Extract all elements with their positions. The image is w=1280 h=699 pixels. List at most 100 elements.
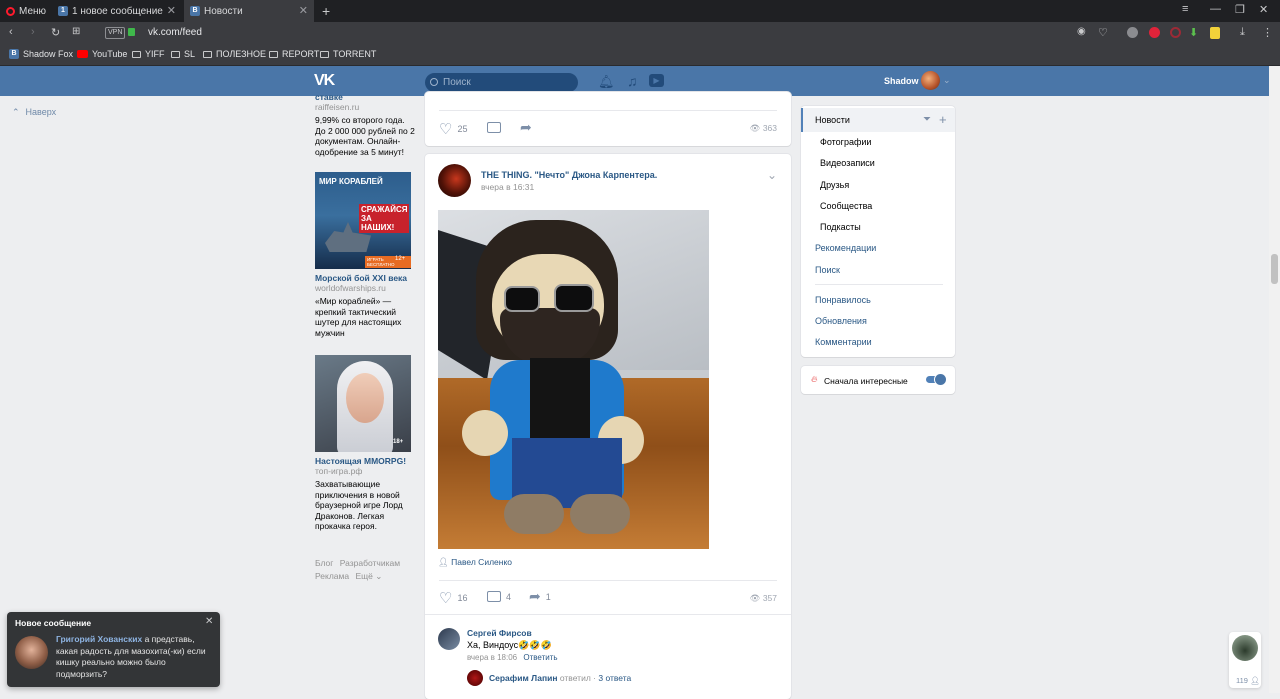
menu-item-recommendations[interactable]: Рекомендации (815, 243, 876, 253)
footer-link-blog[interactable]: Блог (315, 558, 333, 568)
friends-count: 119 👤︎ (1236, 676, 1260, 685)
close-tab-icon[interactable]: ✕ (167, 4, 176, 17)
forward-icon[interactable]: › (31, 26, 35, 38)
post-author[interactable]: THE THING. "Нечто" Джона Карпентера. (481, 170, 657, 180)
vpn-badge[interactable]: VPN (105, 27, 126, 39)
smart-feed-toggle[interactable] (926, 374, 946, 385)
close-notification-icon[interactable]: ✕ (205, 616, 213, 627)
scroll-top-button[interactable]: ⌃ Наверх (12, 107, 56, 118)
close-tab-icon[interactable]: ✕ (299, 4, 308, 17)
reload-icon[interactable]: ↻ (51, 26, 60, 39)
bookmark-yiff[interactable]: YIFF (132, 49, 165, 59)
bookmark-youtube[interactable]: YouTube (77, 49, 127, 59)
downloads-icon[interactable]: ⤓ (1240, 26, 1245, 39)
ad-warships-text[interactable]: Морской бой XXI века worldofwarships.ru … (315, 273, 415, 338)
adblock-icon[interactable] (1170, 27, 1181, 38)
eye-icon: 👁︎ (749, 593, 763, 603)
opera-extension-icon[interactable] (1149, 27, 1160, 38)
ad-warships-banner[interactable]: МИР КОРАБЛЕЙ СРАЖАЙСЯ ЗА НАШИХ! ИГРАТЬ Б… (315, 172, 411, 269)
community-avatar[interactable] (438, 164, 471, 197)
notes-extension-icon[interactable] (1210, 27, 1220, 39)
footer-links: Блог Разработчикам Реклама Ещё ⌄ (315, 558, 401, 581)
menu-item-comments[interactable]: Комментарии (815, 337, 872, 347)
vk-logo[interactable]: VK (314, 72, 335, 90)
menu-item-photos[interactable]: Фотографии (820, 137, 871, 147)
back-icon[interactable]: ‹ (9, 26, 13, 38)
filter-icon[interactable]: ⏷ (923, 114, 931, 125)
close-window-icon[interactable]: ✕ (1259, 3, 1268, 16)
reply-link[interactable]: Ответить (523, 653, 557, 662)
friend-avatar[interactable] (1232, 635, 1258, 661)
like-button[interactable]: ♡ 25 (439, 120, 467, 138)
bookmark-torrent[interactable]: TORRENT (320, 49, 376, 59)
search-input[interactable]: Поиск (425, 73, 578, 92)
news-filter-menu: Новости ⏷ + Фотографии Видеозаписи Друзь… (801, 106, 955, 357)
tab-menu-icon[interactable]: ≡ (1182, 3, 1188, 15)
post-photo[interactable] (438, 210, 709, 549)
menu-item-podcasts[interactable]: Подкасты (820, 222, 861, 232)
share-icon[interactable]: ➦ (520, 119, 532, 136)
music-icon[interactable]: ♫ (627, 73, 638, 89)
user-name[interactable]: Shadow (884, 76, 919, 86)
speed-dial-icon[interactable]: ⊞ (72, 26, 80, 37)
footer-link-developers[interactable]: Разработчикам (340, 558, 400, 568)
camera-icon[interactable]: ◉ (1077, 26, 1086, 37)
footer-link-ads[interactable]: Реклама (315, 571, 349, 581)
user-icon: 👤︎ (438, 557, 452, 567)
friends-online-widget[interactable]: 119 👤︎ (1229, 632, 1261, 688)
replier-avatar[interactable] (467, 670, 483, 686)
tab-messages[interactable]: 1 1 новое сообщение ✕ (52, 0, 182, 22)
smart-feed-label: Сначала интересные (824, 376, 908, 386)
extension-icon[interactable] (1127, 27, 1138, 38)
new-tab-button[interactable]: + (316, 0, 336, 22)
user-avatar[interactable] (921, 71, 940, 90)
share-button[interactable]: ➦ 1 (529, 588, 551, 605)
menu-dots-icon[interactable]: ⋮ (1262, 26, 1273, 39)
ad-raiffeisen[interactable]: ставке raiffeisen.ru 9,99% со второго го… (315, 92, 415, 157)
minimize-icon[interactable]: — (1210, 3, 1221, 15)
bookmark-sl[interactable]: SL (171, 49, 195, 59)
menu-item-videos[interactable]: Видеозаписи (820, 158, 875, 168)
bookmark-report[interactable]: REPORT (269, 49, 319, 59)
replies-count-link[interactable]: 3 ответа (598, 673, 631, 683)
notifications-bell-icon[interactable]: 🔔︎ (598, 74, 615, 90)
tab-news[interactable]: В Новости ✕ (184, 0, 314, 22)
bookmark-poleznoe[interactable]: ПОЛЕЗНОЕ (203, 49, 266, 59)
scrollbar-thumb[interactable] (1271, 254, 1278, 284)
new-message-notification[interactable]: Новое сообщение ✕ Григорий Хованских а п… (7, 612, 220, 687)
sender-avatar[interactable] (15, 636, 48, 669)
ad-title[interactable]: ставке (315, 92, 415, 102)
menu-item-updates[interactable]: Обновления (815, 316, 867, 326)
menu-item-liked[interactable]: Понравилось (815, 295, 871, 305)
maximize-icon[interactable]: ❐ (1235, 3, 1245, 16)
menu-item-search[interactable]: Поиск (815, 265, 840, 275)
menu-item-friends[interactable]: Друзья (820, 180, 849, 190)
commenter-avatar[interactable] (438, 628, 460, 650)
ad-title[interactable]: Морской бой XXI века (315, 273, 415, 283)
post-options-chevron-icon[interactable]: ⌄ (767, 168, 777, 182)
sender-name[interactable]: Григорий Хованских (56, 634, 142, 644)
comment-author[interactable]: Сергей Фирсов (467, 628, 532, 638)
opera-menu-button[interactable]: Меню (0, 0, 50, 22)
replies-line[interactable]: Серафим Лапин ответил · 3 ответа (489, 673, 631, 683)
bookmark-shadow-fox[interactable]: В Shadow Fox (9, 49, 73, 59)
page-scrollbar[interactable] (1269, 66, 1280, 693)
ad-mmorpg-banner[interactable]: 18+ (315, 355, 411, 452)
like-button[interactable]: ♡ 16 (439, 589, 467, 607)
comment-button[interactable]: 4 (487, 591, 511, 602)
url-field[interactable]: vk.com/feed (148, 27, 202, 38)
menu-item-communities[interactable]: Сообщества (820, 201, 872, 211)
comment-timestamp[interactable]: вчера в 18:06 (467, 653, 517, 662)
replier-name[interactable]: Серафим Лапин (489, 673, 558, 683)
video-icon[interactable]: ▶ (649, 74, 664, 87)
add-icon[interactable]: + (939, 112, 947, 127)
ad-mmorpg-text[interactable]: Настоящая MMORPG! топ-игра.рф Захватываю… (315, 456, 415, 532)
comment-icon[interactable] (487, 122, 501, 133)
footer-link-more[interactable]: Ещё (355, 571, 372, 581)
photo-author-link[interactable]: 👤︎ Павел Силенко (438, 557, 512, 568)
ad-title[interactable]: Настоящая MMORPG! (315, 456, 415, 466)
post-time[interactable]: вчера в 16:31 (481, 182, 534, 192)
chevron-down-icon[interactable]: ⌄ (943, 75, 951, 86)
download-extension-icon[interactable]: ⬇ (1189, 26, 1198, 39)
heart-icon[interactable]: ♡ (1098, 26, 1108, 39)
